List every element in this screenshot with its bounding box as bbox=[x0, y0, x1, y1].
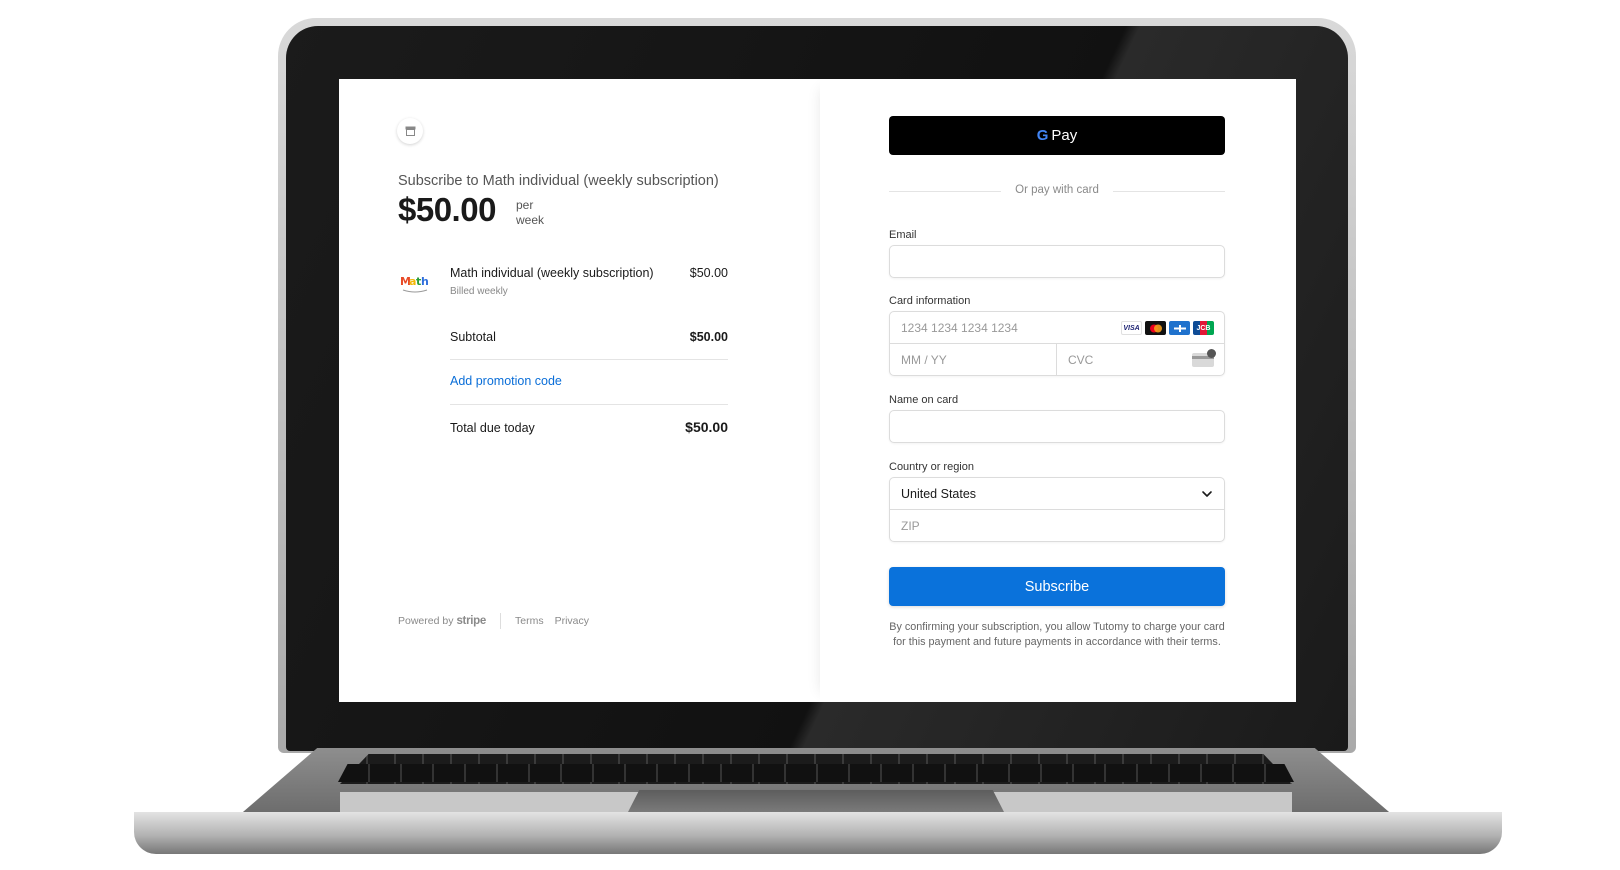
store-icon[interactable] bbox=[397, 118, 423, 144]
card-information-group: 1234 1234 1234 1234 VISA JCB MM / YY CVC bbox=[889, 311, 1225, 376]
order-summary-panel: Subscribe to Math individual (weekly sub… bbox=[339, 79, 820, 702]
google-pay-label: Pay bbox=[1051, 127, 1078, 144]
name-on-card-label: Name on card bbox=[889, 394, 959, 406]
or-pay-with-card-divider: Or pay with card bbox=[889, 183, 1225, 199]
zip-placeholder: ZIP bbox=[901, 519, 920, 533]
footer-separator bbox=[499, 613, 501, 629]
price-period: per week bbox=[516, 198, 545, 227]
or-pay-with-card-text: Or pay with card bbox=[1015, 184, 1099, 196]
product-summary-title: Subscribe to Math individual (weekly sub… bbox=[398, 173, 719, 189]
line-item-price: $50.00 bbox=[689, 266, 728, 280]
cvc-field[interactable]: CVC bbox=[1057, 344, 1224, 376]
checkout-footer: Powered by stripe Terms Privacy bbox=[398, 613, 600, 629]
zip-field[interactable]: ZIP bbox=[890, 510, 1224, 542]
cvc-placeholder: CVC bbox=[1068, 353, 1094, 367]
storefront-icon bbox=[405, 126, 415, 136]
powered-by-text: Powered by bbox=[398, 615, 454, 627]
amex-icon bbox=[1169, 321, 1190, 335]
checkout-screen: Subscribe to Math individual (weekly sub… bbox=[339, 79, 1296, 702]
subtotal-label: Subtotal bbox=[450, 330, 496, 344]
expiry-field[interactable]: MM / YY bbox=[890, 344, 1057, 376]
math-logo-icon: M a t h bbox=[400, 275, 429, 293]
terms-link[interactable]: Terms bbox=[515, 615, 544, 627]
line-item-name: Math individual (weekly subscription) bbox=[450, 266, 654, 280]
card-number-placeholder: 1234 1234 1234 1234 bbox=[901, 320, 1018, 335]
jcb-icon: JCB bbox=[1193, 321, 1214, 335]
mastercard-icon bbox=[1145, 321, 1166, 335]
cvc-badge-icon bbox=[1207, 349, 1216, 358]
add-promotion-code-link[interactable]: Add promotion code bbox=[450, 374, 562, 388]
price-amount: $50.00 bbox=[398, 191, 496, 228]
total-due-value: $50.00 bbox=[685, 419, 728, 435]
country-region-label: Country or region bbox=[889, 461, 974, 473]
expiry-placeholder: MM / YY bbox=[901, 353, 947, 367]
chevron-down-icon bbox=[1202, 491, 1212, 497]
subscription-legal-text: By confirming your subscription, you all… bbox=[889, 621, 1225, 648]
email-field[interactable] bbox=[889, 245, 1225, 278]
card-information-label: Card information bbox=[889, 295, 971, 307]
laptop-keyboard-row bbox=[338, 764, 1294, 782]
laptop-trackpad bbox=[628, 790, 1004, 812]
email-label: Email bbox=[889, 229, 917, 241]
google-g-icon: G bbox=[1036, 127, 1049, 144]
name-on-card-field[interactable] bbox=[889, 410, 1225, 443]
line-item-billing: Billed weekly bbox=[450, 286, 508, 297]
laptop-base-bottom bbox=[134, 812, 1502, 854]
privacy-link[interactable]: Privacy bbox=[555, 615, 589, 627]
visa-icon: VISA bbox=[1121, 321, 1142, 335]
subscribe-button[interactable]: Subscribe bbox=[889, 567, 1225, 606]
svg-text:h: h bbox=[421, 275, 429, 288]
subtotal-value: $50.00 bbox=[689, 330, 728, 344]
payment-form-panel: G Pay Or pay with card Email Card inform… bbox=[820, 79, 1296, 702]
divider bbox=[450, 359, 728, 360]
card-brand-icons: VISA JCB bbox=[1121, 321, 1214, 335]
country-select[interactable]: United States bbox=[890, 478, 1224, 510]
google-pay-button[interactable]: G Pay bbox=[889, 116, 1225, 155]
total-due-label: Total due today bbox=[450, 421, 535, 435]
country-value: United States bbox=[901, 486, 977, 501]
address-group: United States ZIP bbox=[889, 477, 1225, 542]
stripe-logo[interactable]: stripe bbox=[456, 615, 486, 627]
divider bbox=[450, 404, 728, 405]
